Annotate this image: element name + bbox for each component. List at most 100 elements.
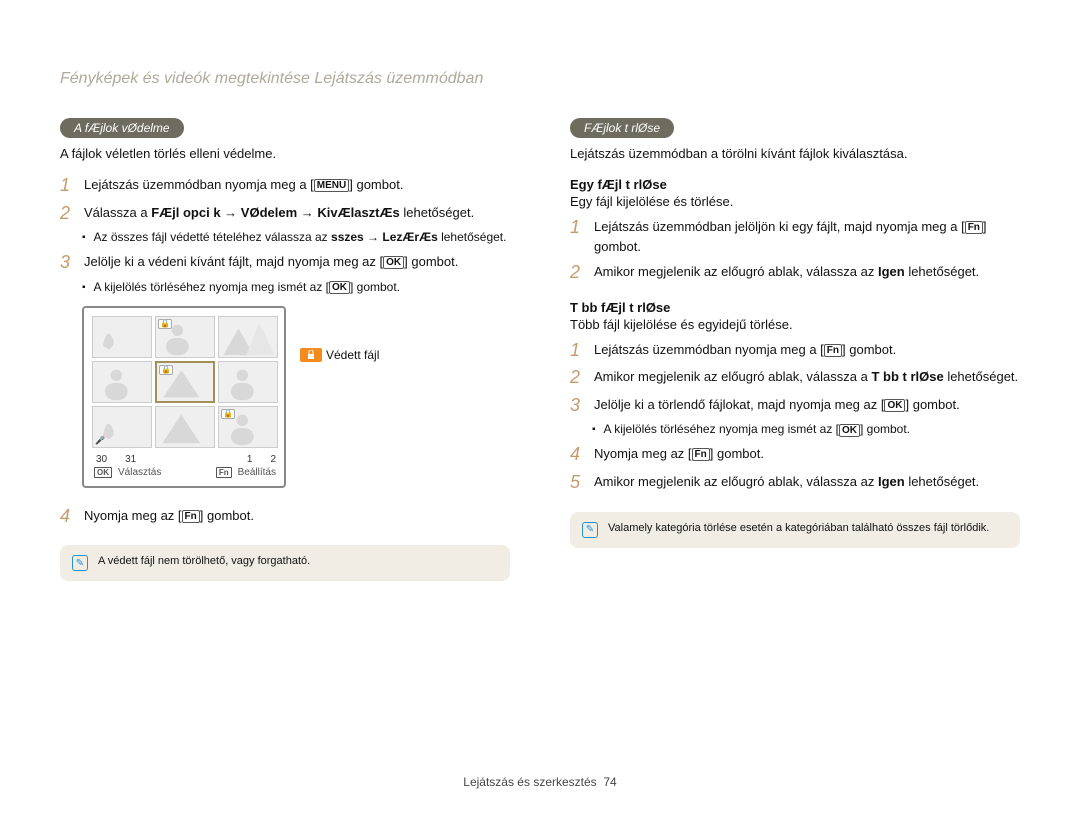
step-text: Válassza a FÆjl opci k → VØdelem → KivÆl… [84,203,474,225]
tip-box: ✎ A védett fájl nem törölhető, vagy forg… [60,545,510,581]
lock-icon: 🔒 [221,409,235,419]
step-text: Amikor megjelenik az előugró ablak, vála… [594,367,1018,389]
thumbnail-selected: 🔒 [155,361,215,403]
protected-file-callout: Védett fájl [300,348,379,362]
left-column: A fÆjlok vØdelme A fájlok véletlen törlé… [60,118,510,581]
text: Jelölje ki a törlendő fájlokat, majd nyo… [594,397,884,412]
step-text: Jelölje ki a védeni kívánt fájlt, majd n… [84,252,458,274]
page-number: 74 [603,775,616,789]
thumbnail: 🎤 [92,406,152,448]
thumbnail: 🔒 [155,316,215,358]
mic-icon: 🎤 [95,436,105,445]
page-footer: Lejátszás és szerkesztés 74 [0,775,1080,789]
step-number: 4 [570,444,586,466]
thumbnail [218,361,278,403]
fn-key: Fn [182,510,200,523]
tip-text: Valamely kategória törlése esetén a kate… [608,522,989,534]
thumbnail-viewer: 🔒 🔒 [82,306,286,488]
text: T bb t rlØse [871,369,943,384]
tip-box: ✎ Valamely kategória törlése esetén a ka… [570,512,1020,548]
text: LezÆrÆs [382,230,437,244]
step-number: 3 [60,252,76,274]
text: A kijelölés törléséhez nyomja meg ismét … [94,280,329,294]
arrow-icon: → [221,205,241,220]
text: ] gombot. [404,254,458,269]
step-number: 2 [570,367,586,389]
sub-desc: Egy fájl kijelölése és törlése. [570,194,1020,209]
info-icon: ✎ [582,522,598,538]
text: Lejátszás üzemmódban nyomja meg a [ [594,342,824,357]
step-number: 1 [570,217,586,256]
thumbnail [155,406,215,448]
protect-badge: A fÆjlok vØdelme [60,118,184,138]
menu-key: MENU [314,179,349,192]
step-text: Jelölje ki a törlendő fájlokat, majd nyo… [594,395,960,417]
text: Amikor megjelenik az előugró ablak, vála… [594,474,878,489]
thumbnail [92,361,152,403]
fn-key: Fn [965,221,983,234]
text: ] gombot. [349,177,403,192]
footer-text: Lejátszás és szerkesztés [463,775,596,789]
text: Amikor megjelenik az előugró ablak, vála… [594,264,878,279]
step-text: Lejátszás üzemmódban nyomja meg a [MENU]… [84,175,403,197]
info-icon: ✎ [72,555,88,571]
grid-footer-date: 30 31 1 2 [92,454,276,465]
thumbnail: 🔒 [218,406,278,448]
ok-key: OK [383,256,404,269]
text: Nyomja meg az [ [594,446,692,461]
step-text: Lejátszás üzemmódban nyomja meg a [Fn] g… [594,340,896,362]
text: ] gombot. [710,446,764,461]
text: Amikor megjelenik az előugró ablak, vála… [594,369,871,384]
text: Lejátszás üzemmódban nyomja meg a [ [84,177,314,192]
fn-key: Fn [692,448,710,461]
bullet: A kijelölés törléséhez nyomja meg ismét … [592,422,1020,438]
text: KivÆlasztÆs [317,205,399,220]
text: ] gombot. [200,508,254,523]
text: Igen [878,264,905,279]
step-text: Lejátszás üzemmódban jelöljön ki egy fáj… [594,217,1020,256]
text: Lejátszás üzemmódban jelöljön ki egy fáj… [594,219,965,234]
text: ] gombot. [350,280,400,294]
thumbnail [218,316,278,358]
legend-settings: Beállítás [238,467,276,478]
bullet: Az összes fájl védetté tételéhez válassz… [82,230,510,246]
text: VØdelem [241,205,297,220]
text: A kijelölés törléséhez nyomja meg ismét … [604,422,839,436]
step-text: Nyomja meg az [Fn] gombot. [594,444,764,466]
callout-label: Védett fájl [326,348,379,362]
ok-key: OK [839,424,860,437]
text: lehetőséget. [944,369,1018,384]
delete-badge: FÆjlok t rlØse [570,118,674,138]
thumbnail [92,316,152,358]
ok-key: OK [329,281,350,294]
step-number: 1 [60,175,76,197]
step-text: Nyomja meg az [Fn] gombot. [84,506,254,528]
bullet: A kijelölés törléséhez nyomja meg ismét … [82,280,510,296]
text: lehetőséget. [441,230,506,244]
step-number: 3 [570,395,586,417]
text: FÆjl opci k [151,205,220,220]
lock-icon [300,348,322,362]
step-number: 2 [60,203,76,225]
text: ] gombot. [860,422,910,436]
step-text: Amikor megjelenik az előugró ablak, vála… [594,262,979,284]
fn-key: Fn [216,467,232,478]
lock-icon: 🔒 [158,319,172,329]
step-number: 4 [60,506,76,528]
text: Az összes fájl védetté tételéhez válassz… [94,230,331,244]
step-text: Amikor megjelenik az előugró ablak, vála… [594,472,979,494]
arrow-icon: → [297,205,317,220]
tip-text: A védett fájl nem törölhető, vagy forgat… [98,555,310,567]
sub-desc: Több fájl kijelölése és egyidejű törlése… [570,317,1020,332]
text: lehetőséget. [905,474,979,489]
text: Igen [878,474,905,489]
text: sszes [331,230,364,244]
ok-key: OK [884,399,905,412]
text: ] gombot. [905,397,959,412]
text: Válassza a [84,205,151,220]
protect-intro: A fájlok véletlen törlés elleni védelme. [60,146,510,161]
lock-icon: 🔒 [159,365,173,375]
step-number: 2 [570,262,586,284]
right-column: FÆjlok t rlØse Lejátszás üzemmódban a tö… [570,118,1020,581]
text: lehetőséget. [400,205,474,220]
